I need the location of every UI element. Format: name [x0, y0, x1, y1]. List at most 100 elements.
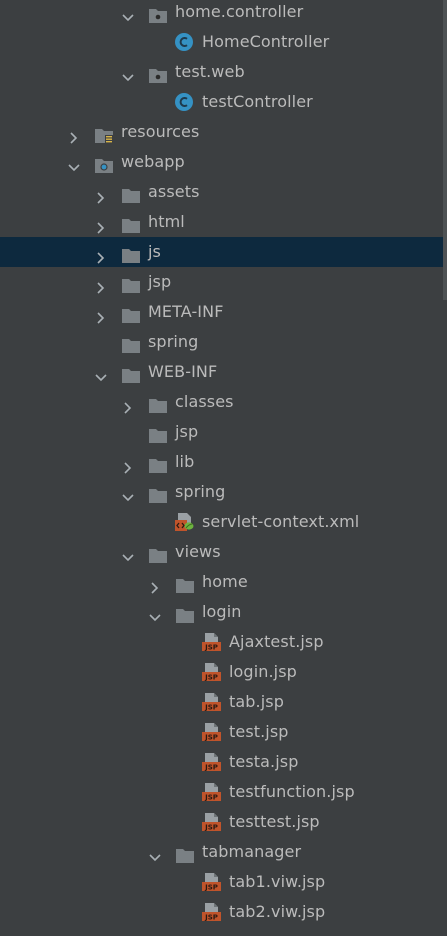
- tree-item-label: WEB-INF: [148, 362, 218, 381]
- chevron-down-icon[interactable]: [148, 605, 162, 622]
- tree-item-label: assets: [148, 182, 200, 201]
- tree-item-label: tab2.viw.jsp: [229, 902, 326, 921]
- chevron-right-icon[interactable]: [94, 305, 108, 324]
- tree-item-home[interactable]: home: [0, 567, 447, 597]
- tree-item-tabmanager[interactable]: tabmanager: [0, 837, 447, 867]
- folder-icon: [148, 484, 168, 503]
- tree-item-testfunction-jsp[interactable]: JSP testfunction.jsp: [0, 777, 447, 807]
- tree-item-ajaxtest-jsp[interactable]: JSP Ajaxtest.jsp: [0, 627, 447, 657]
- tree-item-spring[interactable]: spring: [0, 327, 447, 357]
- resources-folder-icon: [94, 124, 114, 144]
- jsp-file-icon: JSP: [201, 722, 221, 742]
- chevron-down-icon[interactable]: [121, 545, 135, 562]
- tree-item-label: tab.jsp: [229, 692, 284, 711]
- tree-item-resources[interactable]: resources: [0, 117, 447, 147]
- spring-xml-icon: [174, 512, 194, 531]
- tree-item-lib[interactable]: lib: [0, 447, 447, 477]
- chevron-down-icon[interactable]: [94, 365, 108, 382]
- tree-item-assets[interactable]: assets: [0, 177, 447, 207]
- tree-item-label: login: [202, 602, 242, 621]
- jsp-file-icon: JSP: [201, 812, 221, 832]
- tree-item-label: servlet-context.xml: [202, 512, 360, 531]
- tree-item-tab1-viw-jsp[interactable]: JSP tab1.viw.jsp: [0, 867, 447, 897]
- chevron-right-icon[interactable]: [94, 275, 108, 294]
- chevron-right-icon[interactable]: [121, 395, 135, 414]
- chevron-right-icon[interactable]: [94, 215, 108, 234]
- tree-item-label: Ajaxtest.jsp: [229, 632, 324, 651]
- tree-item-home-controller[interactable]: home.controller: [0, 0, 447, 27]
- svg-text:JSP: JSP: [204, 794, 218, 802]
- chevron-right-icon[interactable]: [148, 575, 162, 594]
- folder-icon: [121, 274, 141, 293]
- tree-item-label: login.jsp: [229, 662, 297, 681]
- web-folder-icon: [94, 154, 114, 173]
- tree-item-login[interactable]: login: [0, 597, 447, 627]
- folder-icon: [121, 364, 141, 383]
- chevron-down-icon[interactable]: [121, 485, 135, 502]
- folder-icon: [121, 184, 141, 203]
- tree-item-label: HomeController: [202, 32, 330, 51]
- tree-item-jsp[interactable]: jsp: [0, 417, 447, 447]
- tree-item-testtest-jsp[interactable]: JSP testtest.jsp: [0, 807, 447, 837]
- tree-item-label: lib: [175, 452, 195, 471]
- tree-item-html[interactable]: html: [0, 207, 447, 237]
- tree-item-label: spring: [175, 482, 226, 501]
- svg-text:JSP: JSP: [204, 674, 218, 682]
- chevron-down-icon[interactable]: [121, 5, 135, 22]
- tree-item-label: jsp: [175, 422, 199, 441]
- tree-item-label: html: [148, 212, 185, 231]
- scrollbar[interactable]: [443, 0, 447, 300]
- tree-item-classes[interactable]: classes: [0, 387, 447, 417]
- chevron-right-icon[interactable]: [94, 185, 108, 204]
- tree-item-test-web[interactable]: test.web: [0, 57, 447, 87]
- tree-item-meta-inf[interactable]: META-INF: [0, 297, 447, 327]
- jsp-file-icon: JSP: [201, 662, 221, 682]
- tree-item-tab-jsp[interactable]: JSP tab.jsp: [0, 687, 447, 717]
- svg-text:JSP: JSP: [204, 734, 218, 742]
- tree-item-label: test.jsp: [229, 722, 289, 741]
- tree-item-test-jsp[interactable]: JSP test.jsp: [0, 717, 447, 747]
- tree-item-label: webapp: [121, 152, 185, 171]
- chevron-right-icon[interactable]: [67, 125, 81, 144]
- jsp-file-icon: JSP: [201, 752, 221, 772]
- tree-item-js[interactable]: js: [0, 237, 447, 267]
- tree-item-web-inf[interactable]: WEB-INF: [0, 357, 447, 387]
- java-class-icon: [174, 92, 194, 111]
- jsp-file-icon: JSP: [201, 902, 221, 922]
- jsp-file-icon: JSP: [201, 872, 221, 892]
- chevron-down-icon[interactable]: [67, 155, 81, 172]
- chevron-down-icon[interactable]: [121, 65, 135, 82]
- folder-icon: [175, 574, 195, 593]
- tree-item-spring[interactable]: spring: [0, 477, 447, 507]
- tree-item-testa-jsp[interactable]: JSP testa.jsp: [0, 747, 447, 777]
- svg-text:JSP: JSP: [204, 704, 218, 712]
- tree-item-label: testfunction.jsp: [229, 782, 355, 801]
- tree-item-login-jsp[interactable]: JSP login.jsp: [0, 657, 447, 687]
- tree-item-views[interactable]: views: [0, 537, 447, 567]
- chevron-right-icon[interactable]: [94, 245, 108, 264]
- jsp-file-icon: JSP: [201, 782, 221, 802]
- tree-item-testcontroller[interactable]: testController: [0, 87, 447, 117]
- folder-icon: [175, 604, 195, 623]
- tree-item-label: jsp: [148, 272, 172, 291]
- chevron-down-icon[interactable]: [148, 845, 162, 862]
- package-icon: [148, 64, 168, 83]
- folder-icon: [121, 304, 141, 323]
- tree-item-label: tabmanager: [202, 842, 302, 861]
- chevron-right-icon[interactable]: [121, 455, 135, 474]
- jsp-file-icon: JSP: [201, 632, 221, 652]
- tree-item-tab2-viw-jsp[interactable]: JSP tab2.viw.jsp: [0, 897, 447, 927]
- tree-item-label: js: [148, 242, 161, 261]
- svg-text:JSP: JSP: [204, 644, 218, 652]
- tree-item-jsp[interactable]: jsp: [0, 267, 447, 297]
- tree-item-webapp[interactable]: webapp: [0, 147, 447, 177]
- tree-item-label: tab1.viw.jsp: [229, 872, 326, 891]
- tree-item-servlet-context-xml[interactable]: servlet-context.xml: [0, 507, 447, 537]
- tree-item-label: testController: [202, 92, 313, 111]
- tree-item-label: testtest.jsp: [229, 812, 320, 831]
- java-class-icon: [174, 32, 194, 51]
- tree-item-label: test.web: [175, 62, 245, 81]
- svg-text:JSP: JSP: [204, 764, 218, 772]
- tree-item-label: spring: [148, 332, 199, 351]
- tree-item-homecontroller[interactable]: HomeController: [0, 27, 447, 57]
